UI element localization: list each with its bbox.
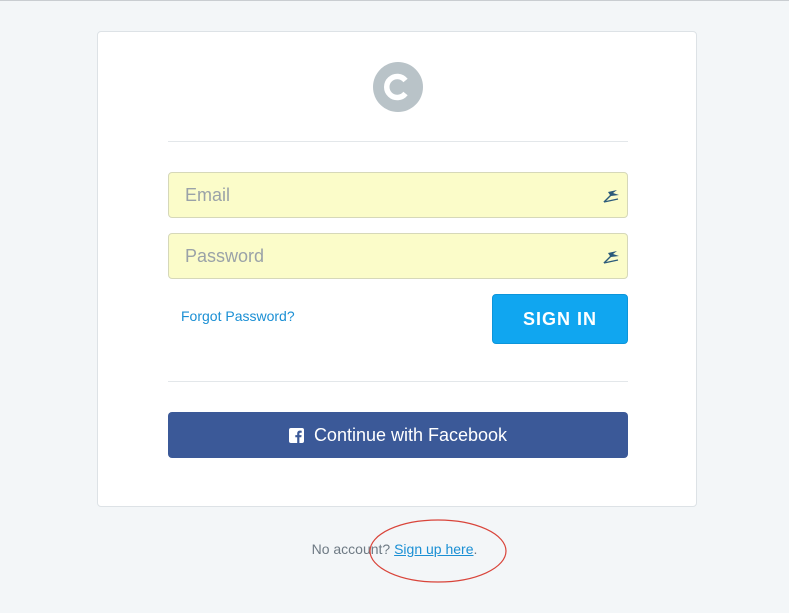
sign-in-button[interactable]: SIGN IN: [492, 294, 628, 344]
forgot-password-link[interactable]: Forgot Password?: [181, 308, 295, 324]
divider-top: [168, 141, 628, 142]
lastpass-icon[interactable]: [601, 247, 621, 265]
lastpass-icon[interactable]: [601, 186, 621, 204]
signup-prefix-text: No account?: [311, 541, 391, 557]
divider-bottom: [168, 381, 628, 382]
brand-c-logo-icon: [373, 62, 423, 112]
facebook-icon: [288, 427, 304, 443]
sign-in-label: SIGN IN: [522, 308, 597, 329]
window-top-border: [0, 0, 789, 1]
email-field[interactable]: [168, 172, 628, 218]
continue-with-facebook-button[interactable]: Continue with Facebook: [168, 412, 628, 458]
password-input[interactable]: [169, 234, 589, 278]
facebook-button-label: Continue with Facebook: [313, 424, 508, 445]
login-card: Forgot Password? SIGN IN Continue with F…: [97, 31, 697, 507]
password-field[interactable]: [168, 233, 628, 279]
email-input[interactable]: [169, 173, 589, 217]
signup-prompt: No account? Sign up here.: [0, 541, 789, 557]
signup-suffix-text: .: [473, 541, 478, 557]
sign-up-link[interactable]: Sign up here: [394, 541, 473, 557]
